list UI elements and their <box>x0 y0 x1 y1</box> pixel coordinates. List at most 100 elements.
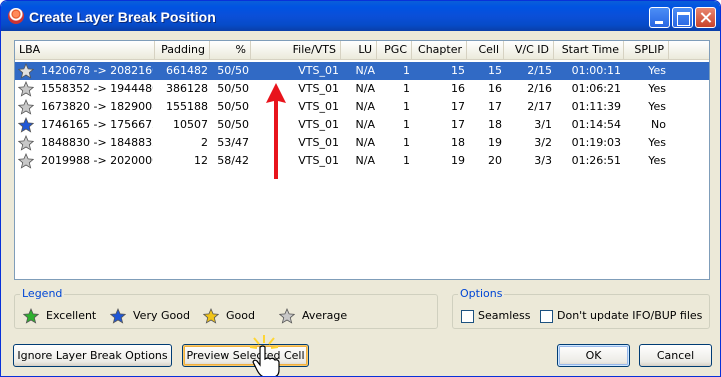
column-header-start[interactable]: Start Time <box>554 41 624 60</box>
cell-cell: 20 <box>488 154 502 167</box>
cell-lba: 1746165 -> 1756672 <box>41 118 153 131</box>
table-row[interactable]: 1673820 -> 1829008 155188 50/50 VTS_01 N/A 1 1… <box>15 98 709 116</box>
cell-vcid: 2/15 <box>527 64 552 77</box>
minimize-button[interactable] <box>649 7 670 28</box>
cell-lu: N/A <box>355 118 375 131</box>
star-average-icon <box>279 308 295 324</box>
cell-pct: 58/42 <box>217 154 249 167</box>
legend-label: Average <box>302 309 348 322</box>
cell-pct: 50/50 <box>217 100 249 113</box>
cell-pgc: 1 <box>403 118 410 131</box>
cell-pct: 50/50 <box>217 64 249 77</box>
column-header-pgc[interactable]: PGC <box>377 41 412 60</box>
cell-vcid: 2/17 <box>527 100 552 113</box>
cell-pgc: 1 <box>403 64 410 77</box>
star-very-good-icon <box>18 117 34 133</box>
cell-lu: N/A <box>355 154 375 167</box>
close-icon <box>696 8 715 27</box>
cell-chapter: 19 <box>451 154 465 167</box>
mouse-cursor-hand-icon <box>249 335 280 376</box>
cell-start: 01:00:11 <box>571 64 621 77</box>
cell-start: 01:19:03 <box>571 136 621 149</box>
cell-pct: 50/50 <box>217 118 249 131</box>
table-row[interactable]: 1558352 -> 1944480 386128 50/50 VTS_01 N/A 1 1… <box>15 80 709 98</box>
cell-vcid: 3/3 <box>534 154 552 167</box>
cell-chapter: 15 <box>451 64 465 77</box>
title-bar[interactable]: Create Layer Break Position <box>1 1 720 31</box>
cell-lu: N/A <box>355 82 375 95</box>
layer-break-list[interactable]: LBA Padding% File/VTS LU PGC Chapter Cell V/C I… <box>14 40 710 280</box>
star-average-icon <box>18 135 34 151</box>
ignore-layer-break-button[interactable]: Ignore Layer Break Options <box>13 344 172 367</box>
cell-splip: Yes <box>648 154 666 167</box>
cell-pgc: 1 <box>403 82 410 95</box>
star-excellent-icon <box>23 308 39 324</box>
cell-cell: 15 <box>488 64 502 77</box>
cell-padding: 2 <box>201 136 208 149</box>
cell-start: 01:14:54 <box>571 118 621 131</box>
cell-chapter: 17 <box>451 100 465 113</box>
close-button[interactable] <box>695 7 716 28</box>
star-very-good-icon <box>110 308 126 324</box>
dont-update-ifo-label[interactable]: Don't update IFO/BUP files <box>557 308 702 324</box>
column-header-file[interactable]: File/VTS <box>251 41 341 60</box>
options-title: Options <box>458 287 505 300</box>
star-average-icon <box>18 81 34 97</box>
ok-button[interactable]: OK <box>557 344 630 367</box>
window-title: Create Layer Break Position <box>29 9 216 25</box>
cell-start: 01:06:21 <box>571 82 621 95</box>
cell-chapter: 16 <box>451 82 465 95</box>
star-average-icon <box>18 63 34 79</box>
cell-lu: N/A <box>355 136 375 149</box>
legend-group: Legend Excellent Very Good Good Average <box>14 287 438 329</box>
column-header-lba[interactable]: LBA <box>15 41 155 60</box>
cell-padding: 10507 <box>173 118 208 131</box>
maximize-button[interactable] <box>672 7 693 28</box>
dialog-window: Create Layer Break Position LBA Padding% F… <box>0 0 721 377</box>
cell-lba: 1673820 -> 1829008 <box>41 100 153 113</box>
cell-vcid: 3/1 <box>534 118 552 131</box>
column-header-cell[interactable]: Cell <box>467 41 504 60</box>
cell-pct: 50/50 <box>217 82 249 95</box>
star-average-icon <box>18 153 34 169</box>
cell-splip: Yes <box>648 100 666 113</box>
cell-padding: 386128 <box>166 82 208 95</box>
column-header-splip[interactable]: SPLIP <box>624 41 669 60</box>
cell-lu: N/A <box>355 64 375 77</box>
cell-pct: 53/47 <box>217 136 249 149</box>
cell-splip: No <box>651 118 666 131</box>
dont-update-ifo-checkbox[interactable] <box>540 310 553 323</box>
cell-padding: 12 <box>194 154 208 167</box>
cell-vcid: 2/16 <box>527 82 552 95</box>
cell-chapter: 17 <box>451 118 465 131</box>
options-group: Options Seamless Don't update IFO/BUP fi… <box>452 287 710 329</box>
table-row[interactable]: 1746165 -> 1756672 10507 50/50 VTS_01 N/A 1 17… <box>15 116 709 134</box>
cancel-button[interactable]: Cancel <box>639 344 712 367</box>
cell-lba: 1420678 -> 2082160 <box>41 64 153 77</box>
cell-lu: N/A <box>355 100 375 113</box>
legend-title: Legend <box>20 287 65 300</box>
cell-cell: 16 <box>488 82 502 95</box>
table-row[interactable]: 1420678 -> 2082160 661482 50/50 VTS_01 N/A 1 1… <box>15 62 709 80</box>
list-header: LBA Padding% File/VTS LU PGC Chapter Cell V/C I… <box>15 41 709 60</box>
cell-padding: 661482 <box>166 64 208 77</box>
cell-cell: 17 <box>488 100 502 113</box>
column-header-lu[interactable]: LU <box>341 41 377 60</box>
cell-lba: 1848830 -> 1848832 <box>41 136 153 149</box>
column-header-padding[interactable]: Padding <box>155 41 210 60</box>
column-header-chapter[interactable]: Chapter <box>412 41 467 60</box>
maximize-icon <box>673 8 692 27</box>
table-row[interactable]: 2019988 -> 2020000 12 58/42 VTS_01 N/A 1 19 20 3… <box>15 152 709 170</box>
cell-pgc: 1 <box>403 136 410 149</box>
column-header-pct[interactable]: % <box>210 41 251 60</box>
cell-vcid: 3/2 <box>534 136 552 149</box>
seamless-checkbox[interactable] <box>461 310 474 323</box>
cell-splip: Yes <box>648 82 666 95</box>
cell-lba: 2019988 -> 2020000 <box>41 154 153 167</box>
cell-start: 01:26:51 <box>571 154 621 167</box>
seamless-label[interactable]: Seamless <box>478 308 531 324</box>
app-icon <box>8 8 24 24</box>
cell-file: VTS_01 <box>298 64 339 77</box>
table-row[interactable]: 1848830 -> 1848832 2 53/47 VTS_01 N/A 1 18 19 3/… <box>15 134 709 152</box>
column-header-vcid[interactable]: V/C ID <box>504 41 554 60</box>
